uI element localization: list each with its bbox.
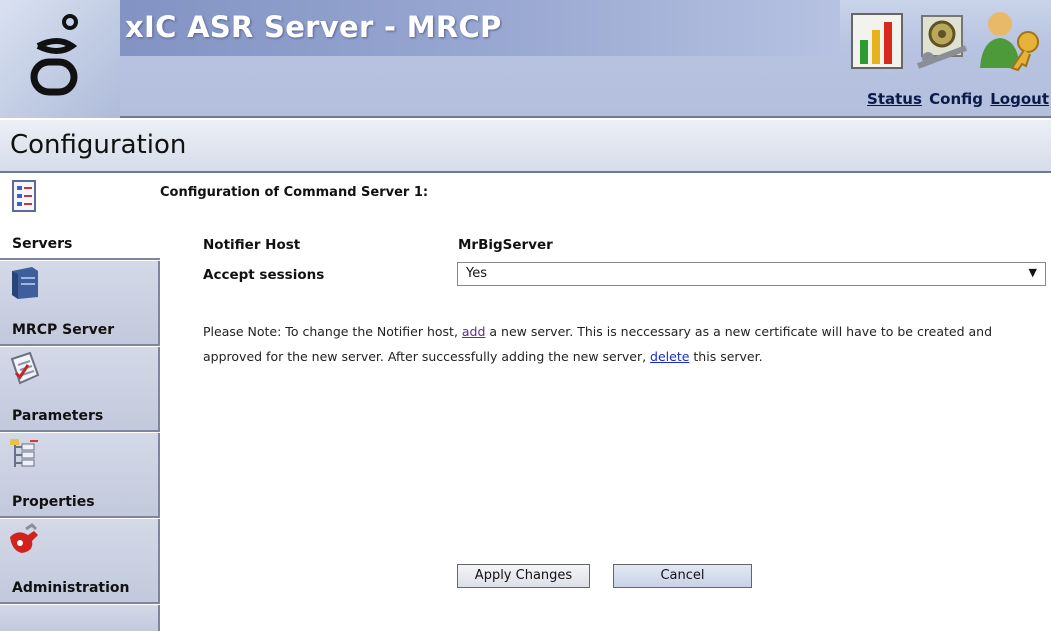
sidebar-item-administration[interactable]: Administration [0,519,160,604]
servers-checklist-icon [12,180,36,212]
notifier-note: Please Note: To change the Notifier host… [203,320,1048,369]
config-heading: Configuration of Command Server 1: [160,185,429,200]
sidebar-item-label: Properties [12,494,95,510]
genesys-logo-icon [30,14,78,96]
server-tower-icon [12,267,38,299]
administration-tools-icon [10,523,38,553]
delete-server-link[interactable]: delete [650,349,689,364]
notifier-host-label: Notifier Host [203,237,301,253]
app-title: xIC ASR Server - MRCP [125,10,502,44]
sidebar-item-parameters[interactable]: Parameters [0,347,160,432]
sidebar-filler [0,605,160,631]
sidebar-item-label: Administration [12,580,130,596]
accept-sessions-value: Yes [466,266,487,281]
sidebar-item-label: MRCP Server [12,322,115,338]
apply-changes-button[interactable]: Apply Changes [457,564,590,588]
note-text: Please Note: To change the Notifier host… [203,324,462,339]
properties-tree-icon [10,439,38,467]
header-bar: xIC ASR Server - MRCP Status Config Logo… [0,0,1051,118]
logout-user-key-icon[interactable] [978,8,1044,72]
sidebar-item-mrcp-server[interactable]: MRCP Server [0,261,160,346]
sidebar-item-servers[interactable]: Servers [0,175,160,260]
config-gears-icon[interactable] [914,8,974,72]
cancel-button[interactable]: Cancel [613,564,752,588]
sidebar-item-properties[interactable]: Properties [0,433,160,518]
top-nav: Status Config Logout [865,90,1049,108]
status-link[interactable]: Status [867,90,922,108]
logo-area [0,0,120,118]
accept-sessions-label: Accept sessions [203,267,325,283]
sidebar: Servers MRCP Server Parameters Propertie… [0,175,160,631]
add-server-link[interactable]: add [462,324,486,339]
config-link[interactable]: Config [929,90,983,108]
notifier-host-value: MrBigServer [458,237,553,253]
accept-sessions-select[interactable]: Yes ▼ [457,262,1046,286]
sidebar-item-label: Parameters [12,408,104,424]
page-title: Configuration [10,130,187,160]
main-panel: Configuration of Command Server 1: Notif… [160,175,1051,631]
status-chart-icon[interactable] [848,8,908,72]
note-text: this server. [689,348,763,364]
parameters-document-icon [10,351,40,385]
sidebar-item-label: Servers [12,236,73,252]
section-title-bar: Configuration [0,120,1051,173]
logout-link[interactable]: Logout [990,90,1049,108]
dropdown-arrow-icon: ▼ [1028,266,1037,279]
